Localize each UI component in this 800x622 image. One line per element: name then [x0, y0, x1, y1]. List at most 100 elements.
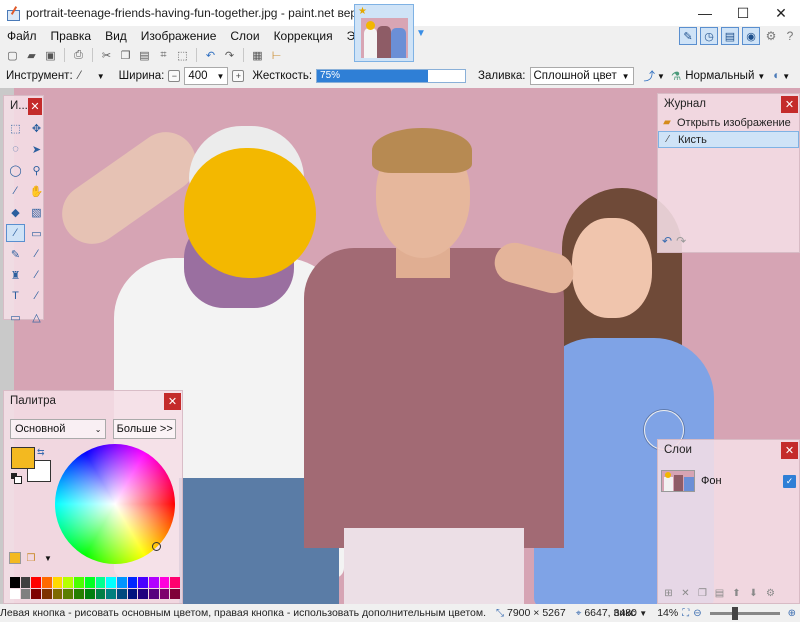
color-swatch[interactable]	[106, 588, 116, 599]
palette-menu-icon[interactable]: ❒	[24, 551, 38, 565]
move-layer-down-icon[interactable]: ⬇	[746, 586, 761, 600]
clone-stamp-icon[interactable]: ♜	[6, 266, 25, 284]
menu-layers[interactable]: Слои	[223, 29, 266, 43]
menu-image[interactable]: Изображение	[134, 29, 224, 43]
palette-panel-close-button[interactable]: ✕	[164, 392, 181, 410]
history-redo-icon[interactable]: ↷	[676, 234, 686, 248]
color-swatch[interactable]	[116, 577, 127, 588]
color-swatch[interactable]	[84, 577, 95, 588]
line-curve-icon[interactable]: ∕	[27, 287, 46, 305]
antialiasing-icon[interactable]: ⤴	[644, 68, 656, 84]
text-icon[interactable]: T	[6, 287, 25, 305]
color-swatch[interactable]	[127, 588, 138, 599]
color-swatch[interactable]	[63, 588, 74, 599]
color-swatch[interactable]	[10, 577, 20, 588]
color-swatch[interactable]	[52, 588, 63, 599]
history-undo-icon[interactable]: ↶	[662, 234, 672, 248]
move-selected-icon[interactable]: ✥	[27, 119, 46, 137]
move-selection-icon[interactable]: ➤	[27, 140, 46, 158]
zoom-slider[interactable]	[709, 606, 780, 620]
duplicate-layer-icon[interactable]: ❐	[695, 586, 710, 600]
redo-icon[interactable]: ↷	[221, 47, 238, 63]
layer-row[interactable]: Фон ✓	[658, 466, 799, 496]
add-layer-icon[interactable]: ⊞	[661, 586, 676, 600]
layer-visibility-checkbox[interactable]: ✓	[783, 474, 796, 488]
pan-icon[interactable]: ✋	[27, 182, 46, 200]
palette-mode-combo[interactable]: Основной ⌄	[10, 419, 107, 439]
tab-list-arrow-icon[interactable]: ▼	[416, 28, 426, 39]
save-icon[interactable]: ▣	[42, 47, 59, 63]
color-swatch[interactable]	[127, 577, 138, 588]
undo-icon[interactable]: ↶	[202, 47, 219, 63]
recolor-icon[interactable]: ⁄	[27, 266, 46, 284]
width-increase-button[interactable]: +	[232, 70, 245, 82]
alpha-blending-icon[interactable]: ◐	[773, 70, 780, 82]
lasso-select-icon[interactable]: ◌	[6, 140, 25, 158]
grid-icon[interactable]: ▦	[249, 47, 266, 63]
zoom-icon[interactable]: ⚲	[27, 161, 46, 179]
print-icon[interactable]: ⎙	[70, 47, 87, 63]
open-file-icon[interactable]: ▰	[23, 47, 40, 63]
history-item-brush[interactable]: ⁄ Кисть	[658, 131, 799, 148]
deselect-icon[interactable]: ⬚	[174, 47, 191, 63]
menu-edit[interactable]: Правка	[44, 29, 99, 43]
layers-panel-close-button[interactable]: ✕	[781, 441, 798, 459]
rectangle-select-icon[interactable]: ⬚	[6, 119, 25, 137]
menu-file[interactable]: Файл	[0, 29, 44, 43]
color-swatch[interactable]	[74, 577, 84, 588]
color-swatch[interactable]	[42, 577, 52, 588]
history-item-open[interactable]: ▰ Открыть изображение	[658, 114, 799, 131]
color-swatch[interactable]	[159, 577, 170, 588]
move-layer-up-icon[interactable]: ⬆	[729, 586, 744, 600]
delete-layer-icon[interactable]: ✕	[678, 586, 693, 600]
copy-icon[interactable]: ❐	[117, 47, 134, 63]
zoom-out-icon[interactable]: ⊖	[693, 608, 701, 619]
add-color-icon[interactable]	[9, 552, 21, 564]
tools-panel-close-button[interactable]: ✕	[27, 97, 42, 115]
crop-icon[interactable]: ⌗	[155, 47, 172, 63]
colors-window-toggle-icon[interactable]: ◉	[742, 27, 760, 45]
history-panel-close-button[interactable]: ✕	[781, 95, 798, 113]
color-swatch[interactable]	[148, 577, 159, 588]
zoom-slider-handle[interactable]	[731, 606, 738, 620]
chevron-down-icon[interactable]: ▼	[639, 609, 647, 618]
chevron-down-icon[interactable]: ▼	[657, 72, 665, 81]
shapes-triangle-icon[interactable]: △	[27, 308, 46, 326]
color-swatch[interactable]	[95, 588, 106, 599]
layers-window-toggle-icon[interactable]: ▤	[721, 27, 739, 45]
zoom-value[interactable]: 14%	[657, 607, 678, 619]
color-swatch[interactable]	[138, 577, 148, 588]
color-swatch[interactable]	[170, 588, 180, 599]
ellipse-select-icon[interactable]: ◯	[6, 161, 25, 179]
color-swatch[interactable]	[74, 588, 84, 599]
color-swatch[interactable]	[63, 577, 74, 588]
fill-combo[interactable]: Сплошной цвет ▼	[529, 67, 634, 85]
close-button[interactable]: ✕	[762, 0, 800, 26]
minimize-button[interactable]: —	[686, 0, 724, 26]
color-swatch[interactable]	[42, 588, 52, 599]
color-swatch[interactable]	[95, 577, 106, 588]
color-swatch[interactable]	[84, 588, 95, 599]
history-window-toggle-icon[interactable]: ◷	[700, 27, 718, 45]
color-swatch[interactable]	[31, 588, 42, 599]
layer-properties-icon[interactable]: ⚙	[763, 586, 778, 600]
menu-adjustments[interactable]: Коррекция	[267, 29, 340, 43]
reset-colors-icon[interactable]	[11, 473, 22, 484]
image-tab-thumbnail[interactable]: ★	[354, 4, 414, 62]
hardness-slider[interactable]: 75%	[316, 69, 467, 83]
palette-more-button[interactable]: Больше >>	[113, 419, 176, 439]
settings-gear-icon[interactable]: ⚙	[763, 28, 779, 44]
eraser-icon[interactable]: ▭	[27, 224, 46, 242]
tool-picker[interactable]: ⁄ ▼	[77, 67, 107, 85]
color-swatch[interactable]	[116, 588, 127, 599]
swap-colors-icon[interactable]: ⇆	[37, 447, 45, 458]
shapes-icon[interactable]: ▭	[6, 308, 25, 326]
color-swatch[interactable]	[159, 588, 170, 599]
merge-layer-icon[interactable]: ▤	[712, 586, 727, 600]
color-swatch[interactable]	[10, 588, 20, 599]
magic-wand-icon[interactable]: ⁄	[6, 182, 25, 200]
color-swatch[interactable]	[148, 588, 159, 599]
paintbrush-icon[interactable]: ⁄	[6, 224, 25, 242]
chevron-down-icon[interactable]: ▼	[782, 72, 790, 81]
color-swatch[interactable]	[138, 588, 148, 599]
